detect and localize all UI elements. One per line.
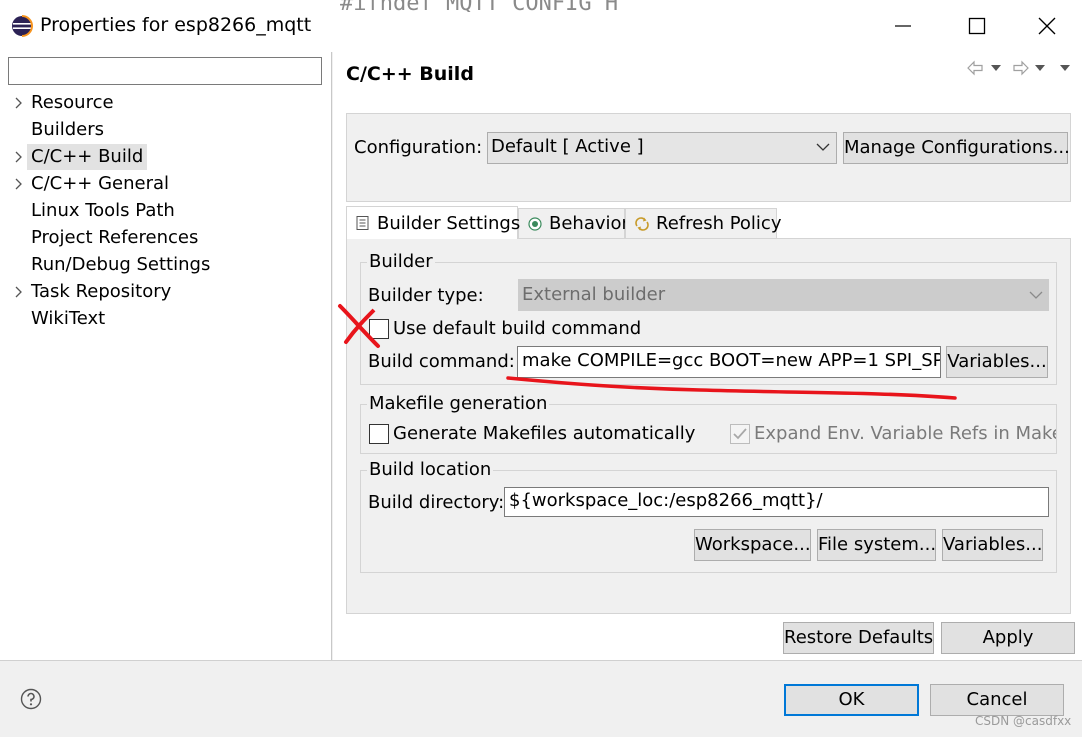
chevron-down-icon (815, 138, 831, 156)
builder-group-title: Builder (367, 251, 435, 272)
behavior-icon (528, 216, 542, 231)
close-icon (1038, 17, 1056, 35)
use-default-build-command-label: Use default build command (393, 318, 642, 339)
chevron-right-icon[interactable] (12, 175, 26, 193)
checkmark-icon (733, 428, 747, 440)
footer-divider (0, 660, 1082, 661)
property-tree-panel: Resource Builders C/C++ Build C/C++ General… (0, 52, 332, 660)
tree-item-label: Linux Tools Path (31, 200, 175, 221)
tab-refresh-policy[interactable]: Refresh Policy (625, 208, 781, 238)
back-arrow-icon[interactable] (967, 60, 983, 76)
restore-defaults-button[interactable]: Restore Defaults (783, 622, 934, 654)
forward-dropdown-chevron-icon[interactable] (1035, 65, 1045, 71)
build-command-variables-button[interactable]: Variables... (946, 346, 1048, 378)
refresh-policy-icon (635, 216, 649, 231)
tree-item-label: Run/Debug Settings (31, 254, 211, 275)
builder-settings-icon (356, 216, 369, 230)
tree-item-label: Builders (31, 119, 105, 140)
build-directory-variables-button[interactable]: Variables... (942, 529, 1043, 561)
expand-env-refs-checkbox (730, 424, 750, 444)
minimize-button[interactable] (883, 6, 923, 46)
tree-item-label: Task Repository (31, 281, 172, 302)
help-icon[interactable] (20, 688, 42, 710)
file-system-button[interactable]: File system... (817, 529, 936, 561)
maximize-button[interactable] (957, 6, 997, 46)
builder-type-label: Builder type: (368, 285, 484, 306)
workspace-button[interactable]: Workspace... (694, 529, 811, 561)
close-button[interactable] (1027, 6, 1067, 46)
view-menu-chevron-icon[interactable] (1060, 65, 1070, 71)
cancel-button[interactable]: Cancel (930, 684, 1064, 716)
chevron-right-icon[interactable] (12, 94, 26, 112)
tree-item[interactable]: Run/Debug Settings (0, 252, 330, 278)
manage-configurations-button[interactable]: Manage Configurations... (843, 132, 1070, 164)
tree-item[interactable]: C/C++ Build (0, 144, 330, 170)
tree-item-label: WikiText (31, 308, 106, 329)
tab-behavior[interactable]: Behavior (518, 208, 629, 238)
tree-item[interactable]: C/C++ General (0, 171, 330, 197)
chevron-right-icon[interactable] (12, 283, 26, 301)
page-navigation (964, 58, 1074, 78)
build-directory-label: Build directory: (368, 492, 505, 513)
build-command-input[interactable]: make COMPILE=gcc BOOT=new APP=1 SPI_SPEE… (517, 346, 941, 378)
generate-makefiles-checkbox[interactable] (369, 424, 389, 444)
tree-item[interactable]: Resource (0, 90, 330, 116)
ok-button[interactable]: OK (784, 684, 919, 716)
tree-item-label: C/C++ Build (27, 144, 148, 170)
window-title: Properties for esp8266_mqtt (40, 14, 312, 36)
eclipse-app-icon (11, 15, 33, 37)
back-dropdown-chevron-icon[interactable] (991, 65, 1001, 71)
page-title: C/C++ Build (346, 63, 474, 85)
tab-behavior-label: Behavior (549, 213, 629, 234)
chevron-right-icon[interactable] (12, 148, 26, 166)
tree-item[interactable]: WikiText (0, 306, 330, 332)
tree-item-label: C/C++ General (31, 173, 170, 194)
forward-arrow-icon[interactable] (1013, 60, 1029, 76)
builder-type-value: External builder (522, 284, 666, 305)
configuration-label: Configuration: (354, 137, 483, 158)
tab-builder-settings-label: Builder Settings (377, 212, 521, 234)
tree-item-label: Resource (31, 92, 114, 113)
makefile-generation-group-title: Makefile generation (367, 393, 550, 414)
use-default-build-command-checkbox[interactable] (369, 319, 389, 339)
tree-item-label: Project References (31, 227, 199, 248)
build-command-label: Build command: (368, 351, 515, 372)
tab-builder-settings[interactable]: Builder Settings (346, 206, 521, 239)
tree-item[interactable]: Builders (0, 117, 330, 143)
chevron-down-icon (1028, 286, 1044, 304)
minimize-icon (895, 25, 911, 27)
watermark: CSDN @casdfxx (975, 714, 1072, 728)
tree-item[interactable]: Project References (0, 225, 330, 251)
build-directory-input[interactable]: ${workspace_loc:/esp8266_mqtt}/ (504, 487, 1049, 517)
build-location-group-title: Build location (367, 459, 494, 480)
tab-refresh-policy-label: Refresh Policy (656, 213, 782, 234)
maximize-icon (968, 17, 986, 35)
generate-makefiles-label: Generate Makefiles automatically (393, 423, 696, 444)
apply-button[interactable]: Apply (941, 622, 1075, 654)
expand-env-refs-label: Expand Env. Variable Refs in Makefiles (754, 423, 1056, 444)
configuration-select-value: Default [ Active ] (491, 136, 644, 157)
background-code-peek: #ifndef MQTT_CONFIG_H (340, 0, 740, 12)
tree-item[interactable]: Task Repository (0, 279, 330, 305)
tree-item[interactable]: Linux Tools Path (0, 198, 330, 224)
filter-input[interactable] (8, 57, 322, 85)
